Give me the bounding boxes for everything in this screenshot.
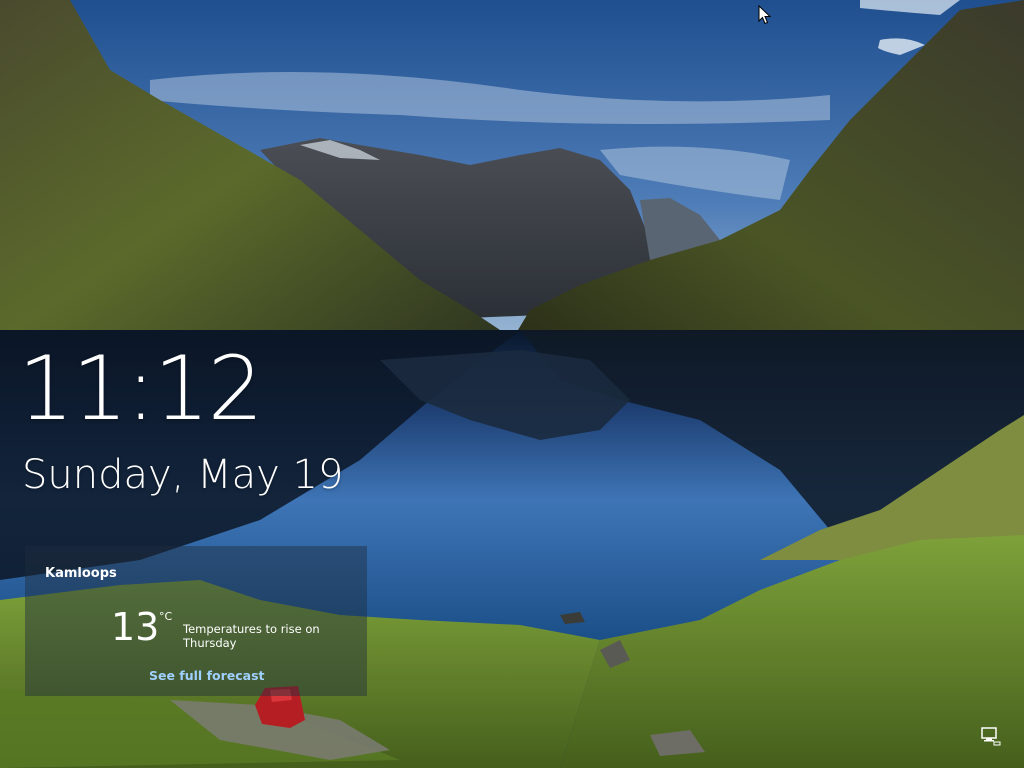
weather-temperature: 13 [111, 605, 160, 649]
weather-location: Kamloops [45, 566, 117, 581]
see-full-forecast-link[interactable]: See full forecast [149, 668, 265, 683]
clock-date: Sunday, May 19 [22, 452, 344, 498]
clock-time: 11:12 [18, 337, 264, 440]
weather-card[interactable]: Kamloops 13 °C Temperatures to rise on T… [25, 546, 367, 696]
network-icon[interactable] [980, 726, 1002, 746]
weather-summary: Temperatures to rise on Thursday [183, 622, 320, 650]
lock-screen[interactable]: 11:12 Sunday, May 19 Kamloops 13 °C Temp… [0, 0, 1024, 768]
mouse-cursor-icon [758, 5, 772, 25]
weather-unit: °C [159, 610, 173, 623]
